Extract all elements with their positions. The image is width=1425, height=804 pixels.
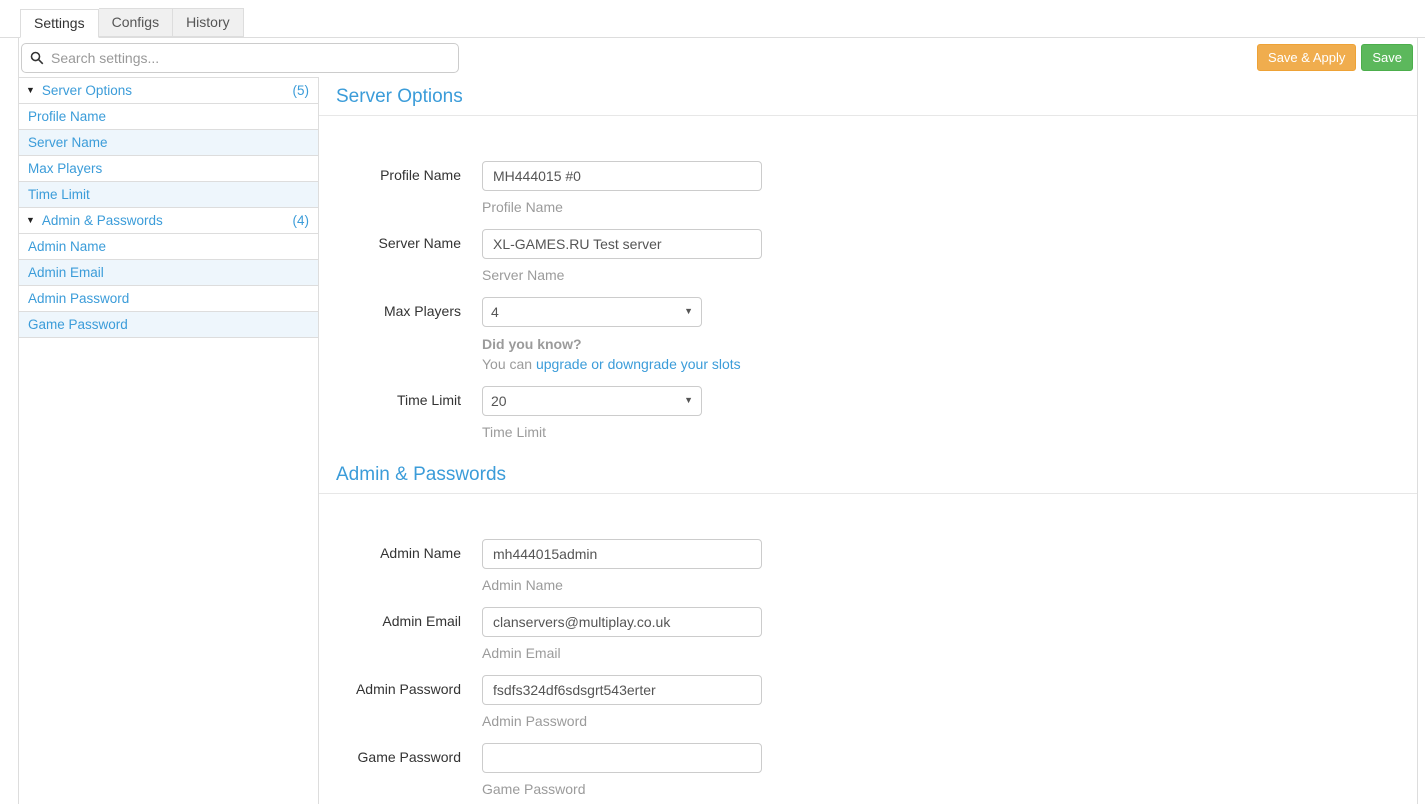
time-limit-label: Time Limit xyxy=(319,386,461,441)
search-input[interactable] xyxy=(21,43,459,73)
save-buttons: Save & Apply Save xyxy=(1257,44,1413,71)
form-group-profile-name: Profile Name Profile Name xyxy=(319,161,1417,216)
search-wrap xyxy=(21,43,459,73)
settings-panel: Save & Apply Save ▼ Server Options (5) P… xyxy=(18,38,1418,804)
admin-password-input[interactable] xyxy=(482,675,762,705)
admin-email-label: Admin Email xyxy=(319,607,461,662)
save-button[interactable]: Save xyxy=(1361,44,1413,71)
sidebar-item-admin-name[interactable]: Admin Name xyxy=(19,234,318,260)
save-apply-button[interactable]: Save & Apply xyxy=(1257,44,1356,71)
admin-password-label: Admin Password xyxy=(319,675,461,730)
server-options-form: Profile Name Profile Name Server Name Se… xyxy=(319,161,1417,441)
sidebar-item-label: Admin Name xyxy=(26,239,106,254)
max-players-select-wrap: 4 ▼ xyxy=(482,297,702,327)
form-group-max-players: Max Players 4 ▼ Did you know? You can up… xyxy=(319,297,1417,373)
sidebar-item-label: Max Players xyxy=(26,161,102,176)
sidebar-group-server-options[interactable]: ▼ Server Options (5) xyxy=(19,78,318,104)
sidebar-group-count: (4) xyxy=(293,213,310,228)
sidebar-item-label: Admin Password xyxy=(26,291,129,306)
profile-name-input[interactable] xyxy=(482,161,762,191)
form-group-time-limit: Time Limit 20 ▼ Time Limit xyxy=(319,386,1417,441)
tab-history[interactable]: History xyxy=(173,8,244,37)
sidebar-group-admin-passwords[interactable]: ▼ Admin & Passwords (4) xyxy=(19,208,318,234)
sidebar-group-title: Server Options xyxy=(42,83,293,98)
settings-nav-sidebar: ▼ Server Options (5) Profile Name Server… xyxy=(19,77,319,804)
server-name-help: Server Name xyxy=(482,266,762,284)
sidebar-item-max-players[interactable]: Max Players xyxy=(19,156,318,182)
form-group-game-password: Game Password Game Password xyxy=(319,743,1417,798)
time-limit-select[interactable]: 20 xyxy=(482,386,702,416)
sidebar-item-game-password[interactable]: Game Password xyxy=(19,312,318,338)
admin-email-input[interactable] xyxy=(482,607,762,637)
search-icon xyxy=(30,51,44,65)
game-password-input[interactable] xyxy=(482,743,762,773)
admin-email-help: Admin Email xyxy=(482,644,762,662)
sidebar-item-label: Game Password xyxy=(26,317,128,332)
sidebar-item-label: Time Limit xyxy=(26,187,90,202)
admin-name-help: Admin Name xyxy=(482,576,762,594)
toolbar: Save & Apply Save xyxy=(19,38,1417,77)
section-admin-passwords-header: Admin & Passwords xyxy=(319,455,1417,494)
tab-configs[interactable]: Configs xyxy=(99,8,173,37)
admin-name-label: Admin Name xyxy=(319,539,461,594)
time-limit-ctrl: 20 ▼ Time Limit xyxy=(482,386,702,441)
content: ▼ Server Options (5) Profile Name Server… xyxy=(19,77,1417,804)
admin-passwords-form: Admin Name Admin Name Admin Email Admin … xyxy=(319,539,1417,798)
server-name-label: Server Name xyxy=(319,229,461,284)
admin-name-ctrl: Admin Name xyxy=(482,539,762,594)
time-limit-select-wrap: 20 ▼ xyxy=(482,386,702,416)
slots-help-prefix: You can xyxy=(482,356,536,372)
game-password-label: Game Password xyxy=(319,743,461,798)
admin-password-ctrl: Admin Password xyxy=(482,675,762,730)
sidebar-item-server-name[interactable]: Server Name xyxy=(19,130,318,156)
profile-name-help: Profile Name xyxy=(482,198,762,216)
upgrade-slots-link[interactable]: upgrade or downgrade your slots xyxy=(536,356,741,372)
did-you-know-title: Did you know? xyxy=(482,335,741,353)
server-name-ctrl: Server Name xyxy=(482,229,762,284)
profile-name-label: Profile Name xyxy=(319,161,461,216)
profile-name-ctrl: Profile Name xyxy=(482,161,762,216)
admin-name-input[interactable] xyxy=(482,539,762,569)
admin-email-ctrl: Admin Email xyxy=(482,607,762,662)
sidebar-item-profile-name[interactable]: Profile Name xyxy=(19,104,318,130)
server-name-input[interactable] xyxy=(482,229,762,259)
section-server-options-header: Server Options xyxy=(319,77,1417,116)
time-limit-help: Time Limit xyxy=(482,423,702,441)
sidebar-group-title: Admin & Passwords xyxy=(42,213,293,228)
settings-form-main: Server Options Profile Name Profile Name… xyxy=(319,77,1417,804)
form-group-admin-password: Admin Password Admin Password xyxy=(319,675,1417,730)
admin-password-help: Admin Password xyxy=(482,712,762,730)
caret-down-icon: ▼ xyxy=(26,86,35,95)
sidebar-item-admin-password[interactable]: Admin Password xyxy=(19,286,318,312)
sidebar-item-label: Admin Email xyxy=(26,265,104,280)
tab-settings[interactable]: Settings xyxy=(20,9,99,38)
sidebar-item-admin-email[interactable]: Admin Email xyxy=(19,260,318,286)
form-group-admin-name: Admin Name Admin Name xyxy=(319,539,1417,594)
max-players-ctrl: 4 ▼ Did you know? You can upgrade or dow… xyxy=(482,297,741,373)
sidebar-item-label: Profile Name xyxy=(26,109,106,124)
caret-down-icon: ▼ xyxy=(26,216,35,225)
tab-bar: Settings Configs History xyxy=(0,0,1425,38)
max-players-label: Max Players xyxy=(319,297,461,373)
sidebar-item-label: Server Name xyxy=(26,135,108,150)
max-players-select[interactable]: 4 xyxy=(482,297,702,327)
game-password-ctrl: Game Password xyxy=(482,743,762,798)
slots-help-line: You can upgrade or downgrade your slots xyxy=(482,355,741,373)
sidebar-item-time-limit[interactable]: Time Limit xyxy=(19,182,318,208)
section-title: Admin & Passwords xyxy=(336,464,1417,486)
form-group-server-name: Server Name Server Name xyxy=(319,229,1417,284)
section-title: Server Options xyxy=(336,86,1417,108)
game-password-help: Game Password xyxy=(482,780,762,798)
sidebar-group-count: (5) xyxy=(293,83,310,98)
form-group-admin-email: Admin Email Admin Email xyxy=(319,607,1417,662)
